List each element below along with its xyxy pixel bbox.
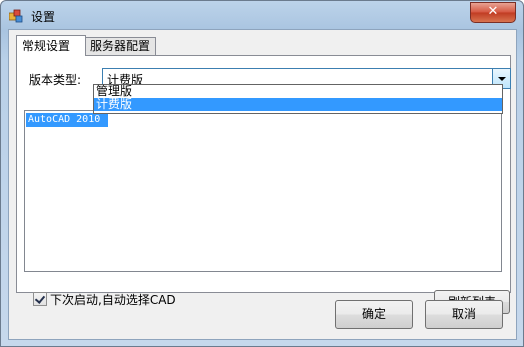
tab-server-config[interactable]: 服务器配置 <box>84 37 156 55</box>
ok-button[interactable]: 确定 <box>335 300 413 329</box>
app-icon <box>9 9 23 23</box>
version-type-label: 版本类型: <box>29 73 82 87</box>
cad-listbox[interactable]: AutoCAD 2010 <box>24 110 502 272</box>
dropdown-option-manage[interactable]: 管理版 <box>94 85 502 98</box>
cancel-button[interactable]: 取消 <box>425 300 503 329</box>
list-item[interactable]: AutoCAD 2010 <box>26 113 108 127</box>
auto-select-label[interactable]: 下次启动,自动选择CAD <box>50 291 176 308</box>
window-title: 设置 <box>31 10 56 24</box>
title-bar[interactable]: 设置 ✕ <box>1 1 523 29</box>
version-type-dropdown: 管理版 计费版 <box>93 84 503 114</box>
close-button[interactable]: ✕ <box>470 2 516 23</box>
dropdown-option-billing[interactable]: 计费版 <box>94 98 502 111</box>
tab-general-settings[interactable]: 常规设置 <box>16 35 86 56</box>
dialog-body: 常规设置 服务器配置 版本类型: 计费版 AutoCAD 2010 下次启动,自… <box>8 29 517 340</box>
settings-window: 设置 ✕ 常规设置 服务器配置 版本类型: 计费版 AutoCAD 2010 下… <box>0 0 524 347</box>
auto-select-checkbox[interactable] <box>33 292 47 306</box>
